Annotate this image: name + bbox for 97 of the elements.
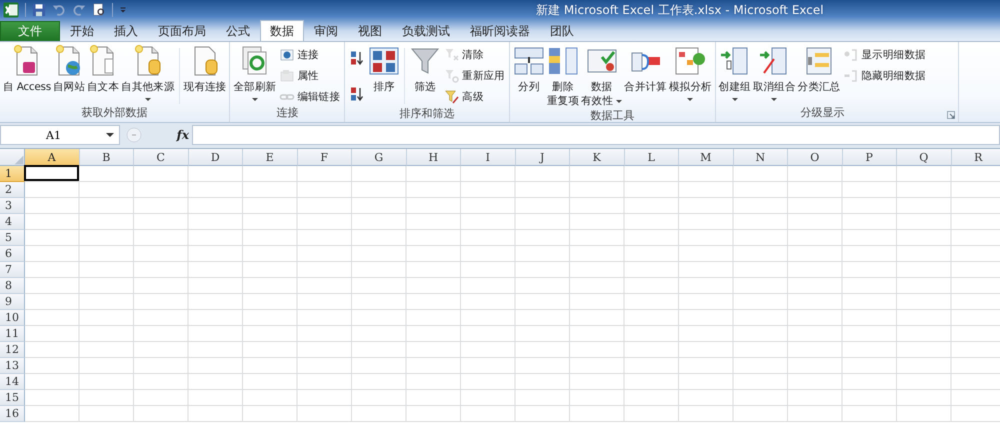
- window-title: 新建 Microsoft Excel 工作表.xlsx - Microsoft Excel: [536, 2, 824, 18]
- ribbon-button[interactable]: 现有连接: [182, 44, 228, 95]
- column-header[interactable]: D: [188, 149, 243, 166]
- ribbon-button[interactable]: 全部刷新: [232, 44, 278, 102]
- redo-icon: [72, 3, 86, 17]
- row-header[interactable]: 8: [0, 278, 25, 294]
- column-header[interactable]: H: [406, 149, 461, 166]
- ribbon-tab[interactable]: 团队: [540, 21, 584, 41]
- expand-detail-icon: [843, 46, 860, 62]
- ribbon-button[interactable]: 创建组: [718, 44, 752, 102]
- print-preview-icon: [92, 3, 106, 17]
- column-header[interactable]: B: [80, 149, 134, 166]
- cell-grid[interactable]: [25, 166, 1000, 422]
- clear-filter-icon: [444, 46, 460, 62]
- column-header[interactable]: C: [134, 149, 188, 166]
- advanced-filter-icon: [444, 88, 460, 104]
- ribbon-button[interactable]: 自 Access: [2, 44, 52, 95]
- ribbon-tab[interactable]: 视图: [348, 21, 392, 41]
- ribbon-button[interactable]: 删除 重复项: [546, 44, 580, 109]
- reapply-icon: [444, 68, 460, 84]
- group-label: 分级显示: [800, 106, 846, 121]
- group-label: 获取外部数据: [80, 106, 149, 121]
- ribbon-button[interactable]: 合并计算: [623, 44, 668, 95]
- column-header[interactable]: O: [788, 149, 842, 166]
- column-header[interactable]: Q: [897, 149, 952, 166]
- ribbon-button[interactable]: 模拟分析: [668, 44, 713, 102]
- row-header[interactable]: 13: [0, 358, 25, 374]
- row-header[interactable]: 6: [0, 246, 25, 262]
- row-header[interactable]: 12: [0, 342, 25, 358]
- row-header[interactable]: 5: [0, 230, 25, 246]
- row-header[interactable]: 14: [0, 374, 25, 390]
- column-header[interactable]: N: [734, 149, 788, 166]
- ribbon-button[interactable]: 排序: [367, 44, 402, 95]
- ribbon-button[interactable]: 数据 有效性: [580, 44, 624, 109]
- row-header[interactable]: 15: [0, 390, 25, 406]
- ribbon-tab[interactable]: 福昕阅读器: [460, 21, 540, 41]
- dropdown-arrow-icon[interactable]: [106, 133, 114, 137]
- cancel-button-icon: [126, 127, 142, 143]
- ribbon-tab[interactable]: 插入: [104, 21, 148, 41]
- column-header[interactable]: G: [352, 149, 406, 166]
- row-header[interactable]: 4: [0, 214, 25, 230]
- corner-triangle-icon: [14, 155, 24, 165]
- row-header[interactable]: 1: [0, 166, 25, 182]
- group-label: 排序和筛选: [398, 107, 456, 122]
- ribbon-tab[interactable]: 数据: [260, 20, 304, 41]
- column-header[interactable]: L: [624, 149, 679, 166]
- ribbon-tab[interactable]: 负载测试: [392, 21, 460, 41]
- column-header[interactable]: F: [298, 149, 352, 166]
- column-header[interactable]: M: [679, 149, 734, 166]
- ribbon-button[interactable]: 自文本: [86, 44, 120, 95]
- save-icon: [32, 3, 46, 17]
- column-header[interactable]: P: [842, 149, 897, 166]
- connection-icon: [279, 46, 296, 62]
- row-header[interactable]: 9: [0, 294, 25, 310]
- active-cell[interactable]: [24, 165, 78, 181]
- ribbon-button[interactable]: 自其他来源: [120, 44, 176, 102]
- column-header[interactable]: K: [570, 149, 624, 166]
- properties-icon: [279, 68, 296, 84]
- column-header[interactable]: E: [243, 149, 298, 166]
- column-header[interactable]: J: [516, 149, 570, 166]
- row-header[interactable]: 7: [0, 262, 25, 278]
- ribbon-button[interactable]: 自网站: [52, 44, 86, 95]
- formula-input[interactable]: [192, 125, 1000, 145]
- row-header[interactable]: 10: [0, 310, 25, 326]
- file-tab[interactable]: 文件: [0, 21, 60, 41]
- ribbon-button[interactable]: 取消组合: [752, 44, 797, 102]
- customize-menu-icon: [119, 5, 127, 15]
- ribbon-tab[interactable]: 审阅: [304, 21, 348, 41]
- ribbon-button[interactable]: 高级: [442, 87, 507, 106]
- sort-ascending-icon: [349, 50, 366, 66]
- column-header[interactable]: A: [25, 149, 80, 166]
- ribbon-button[interactable]: 分列: [512, 44, 546, 95]
- ribbon-button[interactable]: 筛选: [408, 44, 442, 95]
- ribbon-button[interactable]: 分类汇总: [796, 44, 842, 95]
- row-header[interactable]: 3: [0, 198, 25, 214]
- dialog-launcher-icon[interactable]: [946, 111, 955, 119]
- collapse-detail-icon: [843, 68, 860, 84]
- ribbon-tab[interactable]: 页面布局: [148, 21, 216, 41]
- name-box[interactable]: A1: [0, 125, 120, 145]
- what-if-icon: [674, 45, 706, 77]
- row-header[interactable]: 2: [0, 182, 25, 198]
- remove-duplicates-icon: [546, 45, 579, 77]
- ribbon-tab[interactable]: 开始: [60, 21, 104, 41]
- ribbon-tab[interactable]: 公式: [216, 21, 260, 41]
- split-columns-icon: [512, 45, 545, 77]
- column-header[interactable]: I: [461, 149, 516, 166]
- group-label: 数据工具: [589, 109, 636, 122]
- ribbon-button[interactable]: 连接: [277, 45, 342, 64]
- insert-function-button[interactable]: fx: [176, 128, 189, 142]
- group-label: 连接: [275, 106, 300, 121]
- row-header[interactable]: 16: [0, 406, 25, 422]
- sort-descending-icon: [349, 86, 366, 102]
- column-header[interactable]: R: [952, 149, 1000, 166]
- excel-logo-icon: [3, 2, 19, 18]
- undo-icon: [52, 3, 66, 17]
- row-header[interactable]: 11: [0, 326, 25, 342]
- sort-icon: [368, 45, 400, 77]
